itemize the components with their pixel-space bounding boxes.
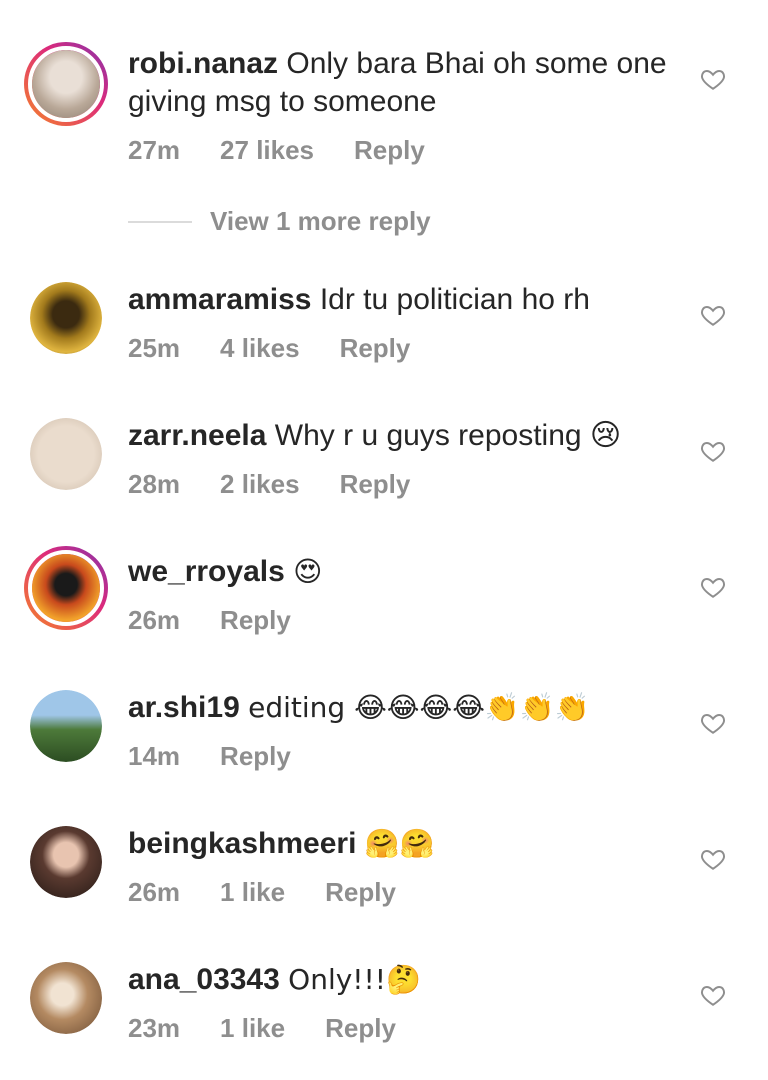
comment-text: zarr.neela Why r u guys reposting 😢 [128,417,688,455]
comment-likes[interactable]: 2 likes [220,469,300,500]
comment-username[interactable]: ana_03343 [128,963,280,996]
avatar[interactable] [24,546,108,630]
comment-likes[interactable]: 4 likes [220,333,300,364]
comment-text: robi.nanaz Only bara Bhai oh some one gi… [128,45,688,121]
comment-meta: 26m 1 like Reply [128,877,396,908]
heart-outline-icon[interactable] [700,302,726,328]
comment-text: ammaramiss Idr tu politician ho rh [128,281,688,319]
comment-body: 🤗🤗 [364,827,435,860]
heart-outline-icon[interactable] [700,574,726,600]
reply-button[interactable]: Reply [354,135,425,166]
comment-meta: 26m Reply [128,605,291,636]
comment-likes[interactable]: 1 like [220,877,285,908]
comment-meta: 27m 27 likes Reply [128,135,425,166]
comment-username[interactable]: zarr.neela [128,419,266,452]
comment-time: 28m [128,469,181,499]
comment-time: 14m [128,741,181,771]
comments-page: robi.nanaz Only bara Bhai oh some one gi… [0,0,768,1080]
comment-text: ana_03343 Only!!!🤔 [128,961,688,999]
comment-username[interactable]: robi.nanaz [128,47,278,80]
comment-time: 26m [128,605,181,635]
heart-outline-icon[interactable] [700,982,726,1008]
comment-username[interactable]: ar.shi19 [128,691,240,724]
comment-time: 26m [128,877,181,907]
heart-outline-icon[interactable] [700,438,726,464]
comment-body: Only!!!🤔 [288,963,421,996]
comment-body: editing 😂😂😂😂👏👏👏 [248,691,590,724]
comment-meta: 23m 1 like Reply [128,1013,396,1044]
view-more-replies-label[interactable]: View 1 more reply [210,206,431,237]
comment-body: Why r u guys reposting 😢 [274,419,622,452]
reply-button[interactable]: Reply [220,605,291,636]
comment-username[interactable]: beingkashmeeri [128,827,356,860]
comment-body: 😍 [293,555,323,588]
comment-username[interactable]: we_rroyals [128,555,285,588]
comment-text: beingkashmeeri 🤗🤗 [128,825,688,863]
avatar[interactable] [30,690,102,762]
heart-outline-icon[interactable] [700,66,726,92]
comment-likes[interactable]: 27 likes [220,135,314,166]
comment-body: Idr tu politician ho rh [319,283,590,316]
comment-likes[interactable]: 1 like [220,1013,285,1044]
view-more-replies[interactable]: View 1 more reply [128,206,431,237]
avatar[interactable] [24,42,108,126]
comment-text: ar.shi19 editing 😂😂😂😂👏👏👏 [128,689,688,727]
comment-time: 27m [128,135,181,165]
reply-button[interactable]: Reply [340,469,411,500]
reply-button[interactable]: Reply [325,877,396,908]
comment-text: we_rroyals 😍 [128,553,688,591]
heart-outline-icon[interactable] [700,846,726,872]
comment-time: 23m [128,1013,181,1043]
comment-meta: 28m 2 likes Reply [128,469,410,500]
reply-button[interactable]: Reply [325,1013,396,1044]
comment-meta: 14m Reply [128,741,291,772]
avatar[interactable] [30,826,102,898]
avatar[interactable] [30,418,102,490]
reply-button[interactable]: Reply [220,741,291,772]
reply-button[interactable]: Reply [340,333,411,364]
divider-line [128,220,192,223]
heart-outline-icon[interactable] [700,710,726,736]
comment-username[interactable]: ammaramiss [128,283,311,316]
avatar[interactable] [30,962,102,1034]
avatar[interactable] [30,282,102,354]
comment-meta: 25m 4 likes Reply [128,333,410,364]
comment-time: 25m [128,333,181,363]
